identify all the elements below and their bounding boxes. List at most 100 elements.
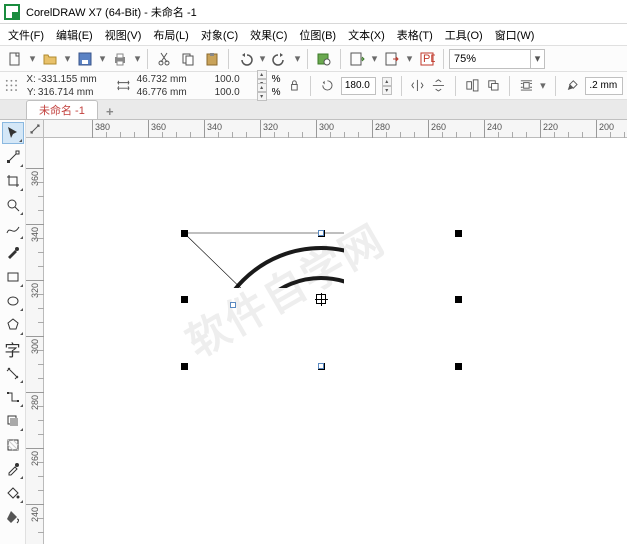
print-button[interactable] (109, 48, 131, 70)
new-dropdown[interactable]: ▾ (28, 48, 37, 70)
lock-ratio-icon[interactable] (287, 75, 302, 97)
rotation-value[interactable]: 180.0 (341, 77, 376, 95)
freehand-tool[interactable] (2, 218, 24, 240)
mirror-h-icon[interactable] (410, 75, 425, 97)
text-tool[interactable]: 字 (2, 338, 24, 360)
ruler-origin-icon[interactable] (26, 120, 44, 138)
rotation-icon (320, 75, 335, 97)
pct-x: % (272, 74, 281, 85)
artistic-media-tool[interactable] (2, 242, 24, 264)
menu-window[interactable]: 窗口(W) (489, 24, 541, 46)
zoom-dropdown[interactable]: ▾ (530, 50, 544, 68)
drop-shadow-tool[interactable] (2, 410, 24, 432)
transparency-tool[interactable] (2, 434, 24, 456)
print-dropdown[interactable]: ▾ (133, 48, 142, 70)
mirror-v-icon[interactable] (431, 75, 446, 97)
menu-table[interactable]: 表格(T) (391, 24, 439, 46)
node-point[interactable] (318, 363, 324, 369)
undo-button[interactable] (234, 48, 256, 70)
zoom-tool[interactable] (2, 194, 24, 216)
menu-view[interactable]: 视图(V) (99, 24, 148, 46)
import-dropdown[interactable]: ▾ (370, 48, 379, 70)
menu-effect[interactable]: 效果(C) (244, 24, 293, 46)
save-dropdown[interactable]: ▾ (98, 48, 107, 70)
add-tab-button[interactable]: + (102, 103, 118, 119)
height-value[interactable]: 46.776 mm (137, 87, 209, 98)
width-value[interactable]: 46.732 mm (137, 74, 209, 85)
paste-button[interactable] (201, 48, 223, 70)
wrap-icon[interactable] (519, 75, 534, 97)
publish-pdf-button[interactable]: PDF (416, 48, 438, 70)
cut-button[interactable] (153, 48, 175, 70)
rotation-spinner[interactable]: ▴▾ (382, 77, 392, 95)
drawing-objects (44, 138, 344, 288)
sel-handle-tl[interactable] (181, 230, 188, 237)
canvas[interactable]: 软件自学网 (44, 138, 627, 544)
crop-tool[interactable] (2, 170, 24, 192)
connector-tool[interactable] (2, 386, 24, 408)
wrap-dropdown[interactable]: ▾ (540, 75, 546, 97)
search-button[interactable] (313, 48, 335, 70)
align-icon[interactable] (465, 75, 480, 97)
fill-tool[interactable] (2, 482, 24, 504)
menu-object[interactable]: 对象(C) (195, 24, 244, 46)
redo-dropdown[interactable]: ▾ (293, 48, 302, 70)
menu-edit[interactable]: 编辑(E) (50, 24, 99, 46)
property-bar: X:-331.155 mm Y:316.714 mm 46.732 mm 46.… (0, 72, 627, 100)
import-button[interactable] (346, 48, 368, 70)
node-point[interactable] (318, 230, 324, 236)
menu-text[interactable]: 文本(X) (342, 24, 391, 46)
copy-button[interactable] (177, 48, 199, 70)
canvas-area: 380360340320300280260240220200 360340320… (26, 120, 627, 544)
sel-center-marker[interactable] (316, 294, 326, 304)
new-button[interactable] (4, 48, 26, 70)
standard-toolbar: ▾ ▾ ▾ ▾ ▾ ▾ ▾ ▾ PDF ▾ (0, 46, 627, 72)
open-button[interactable] (39, 48, 61, 70)
smart-fill-tool[interactable] (2, 506, 24, 528)
open-dropdown[interactable]: ▾ (63, 48, 72, 70)
ellipse-tool[interactable] (2, 290, 24, 312)
redo-button[interactable] (269, 48, 291, 70)
zoom-input[interactable] (450, 50, 530, 68)
polygon-tool[interactable] (2, 314, 24, 336)
ruler-horizontal[interactable]: 380360340320300280260240220200 (44, 120, 627, 138)
svg-text:PDF: PDF (423, 53, 435, 65)
separator (455, 76, 456, 96)
pick-tool[interactable] (2, 122, 24, 144)
window-title: CorelDRAW X7 (64-Bit) - 未命名 -1 (26, 4, 197, 20)
ruler-vertical[interactable]: 360340320300280260240 (26, 138, 44, 544)
separator (307, 49, 308, 69)
order-icon[interactable] (486, 75, 501, 97)
sel-handle-tr[interactable] (455, 230, 462, 237)
outline-width-value[interactable]: .2 mm (585, 77, 623, 95)
scale-y-spinner[interactable]: ▴▾ (257, 83, 267, 101)
rectangle-tool[interactable] (2, 266, 24, 288)
sel-handle-ml[interactable] (181, 296, 188, 303)
menu-file[interactable]: 文件(F) (2, 24, 50, 46)
scale-y-value[interactable]: 100.0 (215, 87, 255, 98)
scale-x-value[interactable]: 100.0 (215, 74, 255, 85)
menu-bitmap[interactable]: 位图(B) (293, 24, 342, 46)
x-value[interactable]: -331.155 mm (38, 74, 110, 85)
export-button[interactable] (381, 48, 403, 70)
undo-dropdown[interactable]: ▾ (258, 48, 267, 70)
node-point[interactable] (230, 302, 236, 308)
document-tab[interactable]: 未命名 -1 (26, 100, 98, 119)
menu-layout[interactable]: 布局(L) (147, 24, 194, 46)
shape-circle-inner (241, 278, 344, 288)
menu-tools[interactable]: 工具(O) (439, 24, 489, 46)
save-button[interactable] (74, 48, 96, 70)
sel-handle-bl[interactable] (181, 363, 188, 370)
position-options-icon[interactable] (4, 75, 19, 97)
shape-tool[interactable] (2, 146, 24, 168)
y-value[interactable]: 316.714 mm (38, 87, 110, 98)
sel-handle-br[interactable] (455, 363, 462, 370)
workspace: 字 380360340320300280260240220200 3603403… (0, 120, 627, 544)
zoom-combo[interactable]: ▾ (449, 49, 545, 69)
export-dropdown[interactable]: ▾ (405, 48, 414, 70)
separator (555, 76, 556, 96)
sel-handle-mr[interactable] (455, 296, 462, 303)
separator (401, 76, 402, 96)
eyedropper-tool[interactable] (2, 458, 24, 480)
parallel-dim-tool[interactable] (2, 362, 24, 384)
